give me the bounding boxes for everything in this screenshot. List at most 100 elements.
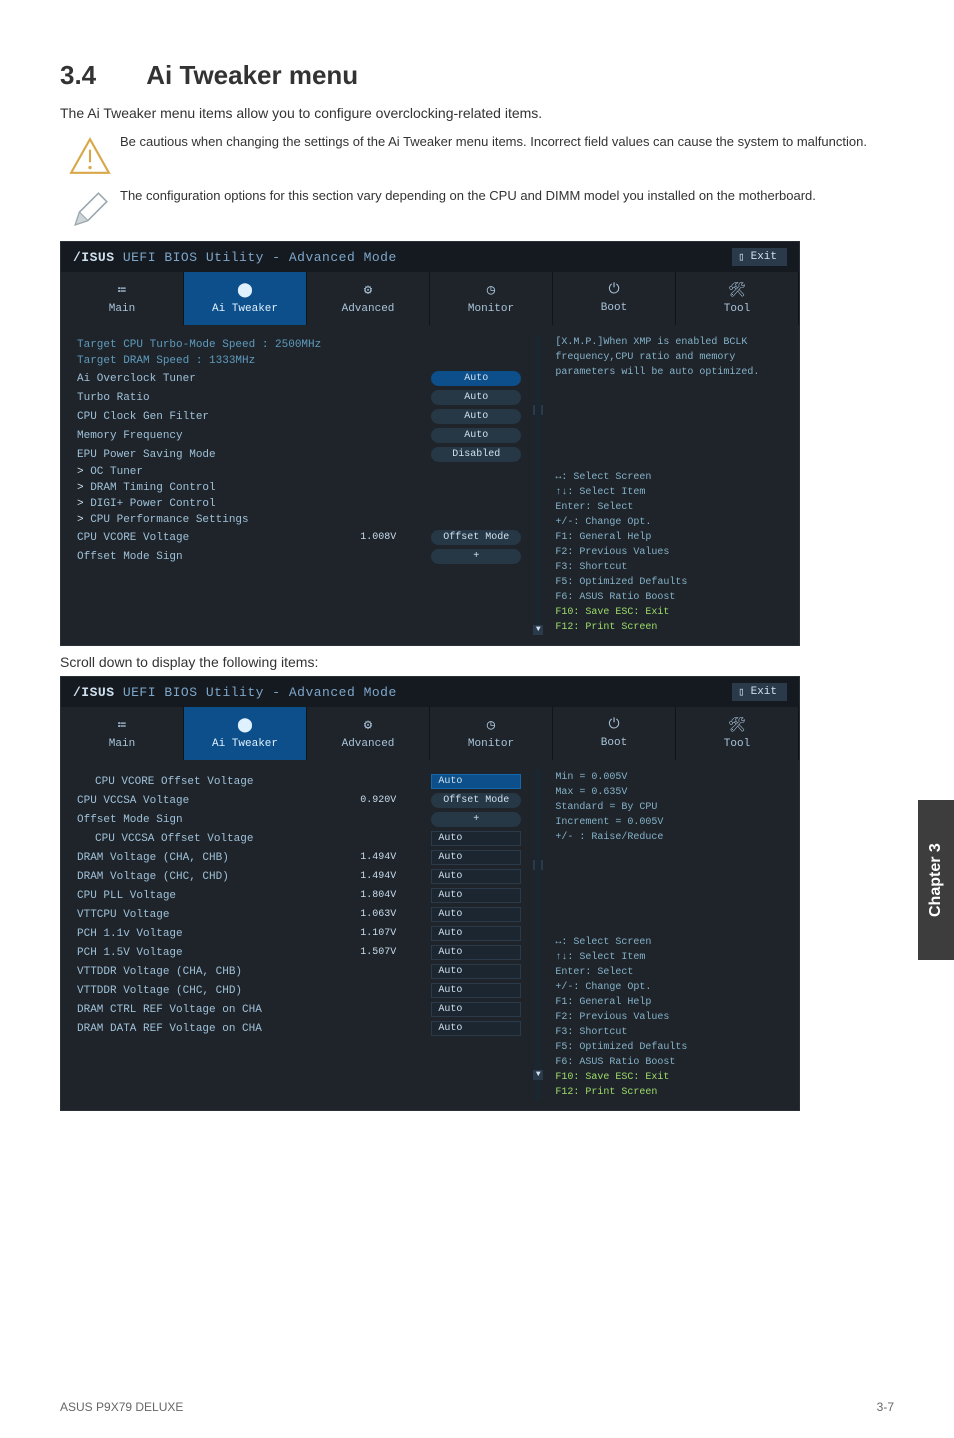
tab-tool[interactable]: 🛠Tool xyxy=(676,272,799,325)
option-reading: 1.804V xyxy=(333,890,423,901)
hint-line: ↑↓: Select Item xyxy=(555,485,787,500)
hint-line: ↑↓: Select Item xyxy=(555,950,787,965)
option-row[interactable]: CPU VCCSA Offset VoltageAuto xyxy=(77,831,521,846)
exit-button[interactable]: ▯Exit xyxy=(732,683,787,701)
tab-boot[interactable]: ⏻Boot xyxy=(553,707,676,760)
tab-icon: ◷ xyxy=(430,282,552,299)
option-row[interactable]: DRAM Timing Control xyxy=(77,482,521,494)
option-row[interactable]: VTTCPU Voltage1.063VAuto xyxy=(77,907,521,922)
option-value[interactable]: Auto xyxy=(431,1002,521,1017)
option-row[interactable]: Ai Overclock TunerAuto xyxy=(77,371,521,386)
tab-icon: ≔ xyxy=(61,717,183,734)
option-row[interactable]: DRAM Voltage (CHC, CHD) 1.494V Auto xyxy=(77,869,521,884)
hint-line: F6: ASUS Ratio Boost xyxy=(555,590,787,605)
option-label: VTTDDR Voltage (CHA, CHB) xyxy=(77,966,423,978)
option-value[interactable]: Offset Mode xyxy=(431,530,521,545)
tab-ai-tweaker[interactable]: ⬤Ai Tweaker xyxy=(184,272,307,325)
option-label: PCH 1.5V Voltage xyxy=(77,947,325,959)
hint-line: F12: Print Screen xyxy=(555,1085,787,1100)
option-row[interactable]: CPU Clock Gen Filter Auto xyxy=(77,409,521,424)
hint-line: F10: Save ESC: Exit xyxy=(555,1070,787,1085)
help-line: +/- : Raise/Reduce xyxy=(555,830,787,845)
option-label: CPU VCORE Offset Voltage xyxy=(77,776,423,788)
option-value[interactable]: Auto xyxy=(431,428,521,443)
option-row[interactable]: PCH 1.5V Voltage1.507VAuto xyxy=(77,945,521,960)
option-value[interactable]: Auto xyxy=(431,945,521,960)
option-value[interactable]: Auto xyxy=(431,1021,521,1036)
tab-advanced[interactable]: ⚙Advanced xyxy=(307,707,430,760)
option-label: EPU Power Saving Mode xyxy=(77,449,423,461)
option-value[interactable]: Auto xyxy=(431,888,521,903)
option-value[interactable]: Auto xyxy=(431,371,521,386)
scroll-down-icon[interactable]: ▼ xyxy=(533,625,543,635)
option-value[interactable]: + xyxy=(431,812,521,827)
option-row[interactable]: CPU VCORE Voltage1.008VOffset Mode xyxy=(77,530,521,545)
tab-main[interactable]: ≔Main xyxy=(61,272,184,325)
tab-icon: ⏻ xyxy=(553,717,675,733)
option-value[interactable]: Auto xyxy=(431,926,521,941)
tab-ai-tweaker[interactable]: ⬤Ai Tweaker xyxy=(184,707,307,760)
bios-panel-2: /ISUS UEFI BIOS Utility - Advanced Mode … xyxy=(60,676,800,1111)
option-row[interactable]: Turbo RatioAuto xyxy=(77,390,521,405)
option-label: CPU PLL Voltage xyxy=(77,890,325,902)
option-row[interactable]: DRAM CTRL REF Voltage on CHAAuto xyxy=(77,1002,521,1017)
option-row[interactable]: DIGI+ Power Control xyxy=(77,498,521,510)
hint-line: ↔: Select Screen xyxy=(555,935,787,950)
option-value[interactable]: Auto xyxy=(431,831,521,846)
option-reading: 1.494V xyxy=(333,852,423,863)
scrollbar[interactable]: ▲ ▼ xyxy=(533,760,543,1110)
tab-main[interactable]: ≔Main xyxy=(61,707,184,760)
option-value[interactable]: Auto xyxy=(431,774,521,789)
option-row[interactable]: CPU VCORE Offset Voltage Auto xyxy=(77,774,521,789)
option-value[interactable]: Auto xyxy=(431,850,521,865)
option-value[interactable]: Auto xyxy=(431,390,521,405)
option-row[interactable]: DRAM DATA REF Voltage on CHAAuto xyxy=(77,1021,521,1036)
warning-icon xyxy=(60,133,120,177)
option-row[interactable]: DRAM Voltage (CHA, CHB) 1.494V Auto xyxy=(77,850,521,865)
hint-line: F6: ASUS Ratio Boost xyxy=(555,1055,787,1070)
option-row[interactable]: CPU Performance Settings xyxy=(77,514,521,526)
tab-tool[interactable]: 🛠Tool xyxy=(676,707,799,760)
option-value[interactable]: Auto xyxy=(431,983,521,998)
help-text: Min = 0.005VMax = 0.635VStandard = By CP… xyxy=(555,770,787,845)
footer-page: 3-7 xyxy=(877,1400,894,1414)
option-value[interactable]: Disabled xyxy=(431,447,521,462)
option-value[interactable]: Auto xyxy=(431,907,521,922)
note-pencil-icon xyxy=(60,187,120,231)
option-label: DRAM Voltage (CHC, CHD) xyxy=(77,871,325,883)
option-label: CPU Clock Gen Filter xyxy=(77,411,423,423)
option-row[interactable]: OC Tuner xyxy=(77,466,521,478)
option-row[interactable]: EPU Power Saving Mode Disabled xyxy=(77,447,521,462)
option-value[interactable]: Offset Mode xyxy=(431,793,521,808)
option-row[interactable]: VTTDDR Voltage (CHA, CHB) Auto xyxy=(77,964,521,979)
option-value[interactable]: + xyxy=(431,549,521,564)
option-row[interactable]: VTTDDR Voltage (CHC, CHD)Auto xyxy=(77,983,521,998)
tab-monitor[interactable]: ◷Monitor xyxy=(430,707,553,760)
option-value[interactable]: Auto xyxy=(431,409,521,424)
option-value[interactable]: Auto xyxy=(431,869,521,884)
option-value[interactable]: Auto xyxy=(431,964,521,979)
info-text: The configuration options for this secti… xyxy=(120,187,816,205)
footer-model: ASUS P9X79 DELUXE xyxy=(60,1400,183,1414)
tab-boot[interactable]: ⏻Boot xyxy=(553,272,676,325)
option-reading: 1.063V xyxy=(333,909,423,920)
option-row[interactable]: CPU PLL Voltage 1.804V Auto xyxy=(77,888,521,903)
tab-icon: ⏻ xyxy=(553,282,675,298)
option-row[interactable]: CPU VCCSA Voltage0.920VOffset Mode xyxy=(77,793,521,808)
option-row[interactable]: Memory FrequencyAuto xyxy=(77,428,521,443)
tab-monitor[interactable]: ◷Monitor xyxy=(430,272,553,325)
option-row[interactable]: PCH 1.1v Voltage1.107VAuto xyxy=(77,926,521,941)
option-label: DRAM Voltage (CHA, CHB) xyxy=(77,852,325,864)
exit-button[interactable]: ▯Exit xyxy=(732,248,787,266)
option-label: PCH 1.1v Voltage xyxy=(77,928,325,940)
brand-logo: /ISUS xyxy=(73,685,115,700)
option-row[interactable]: Offset Mode Sign+ xyxy=(77,549,521,564)
hint-line: +/-: Change Opt. xyxy=(555,980,787,995)
option-reading: 1.494V xyxy=(333,871,423,882)
hint-line: Enter: Select xyxy=(555,965,787,980)
option-label: Offset Mode Sign xyxy=(77,814,423,826)
scroll-down-icon[interactable]: ▼ xyxy=(533,1070,543,1080)
option-row[interactable]: Offset Mode Sign + xyxy=(77,812,521,827)
tab-advanced[interactable]: ⚙Advanced xyxy=(307,272,430,325)
scrollbar[interactable]: ▲ ▼ xyxy=(533,325,543,645)
